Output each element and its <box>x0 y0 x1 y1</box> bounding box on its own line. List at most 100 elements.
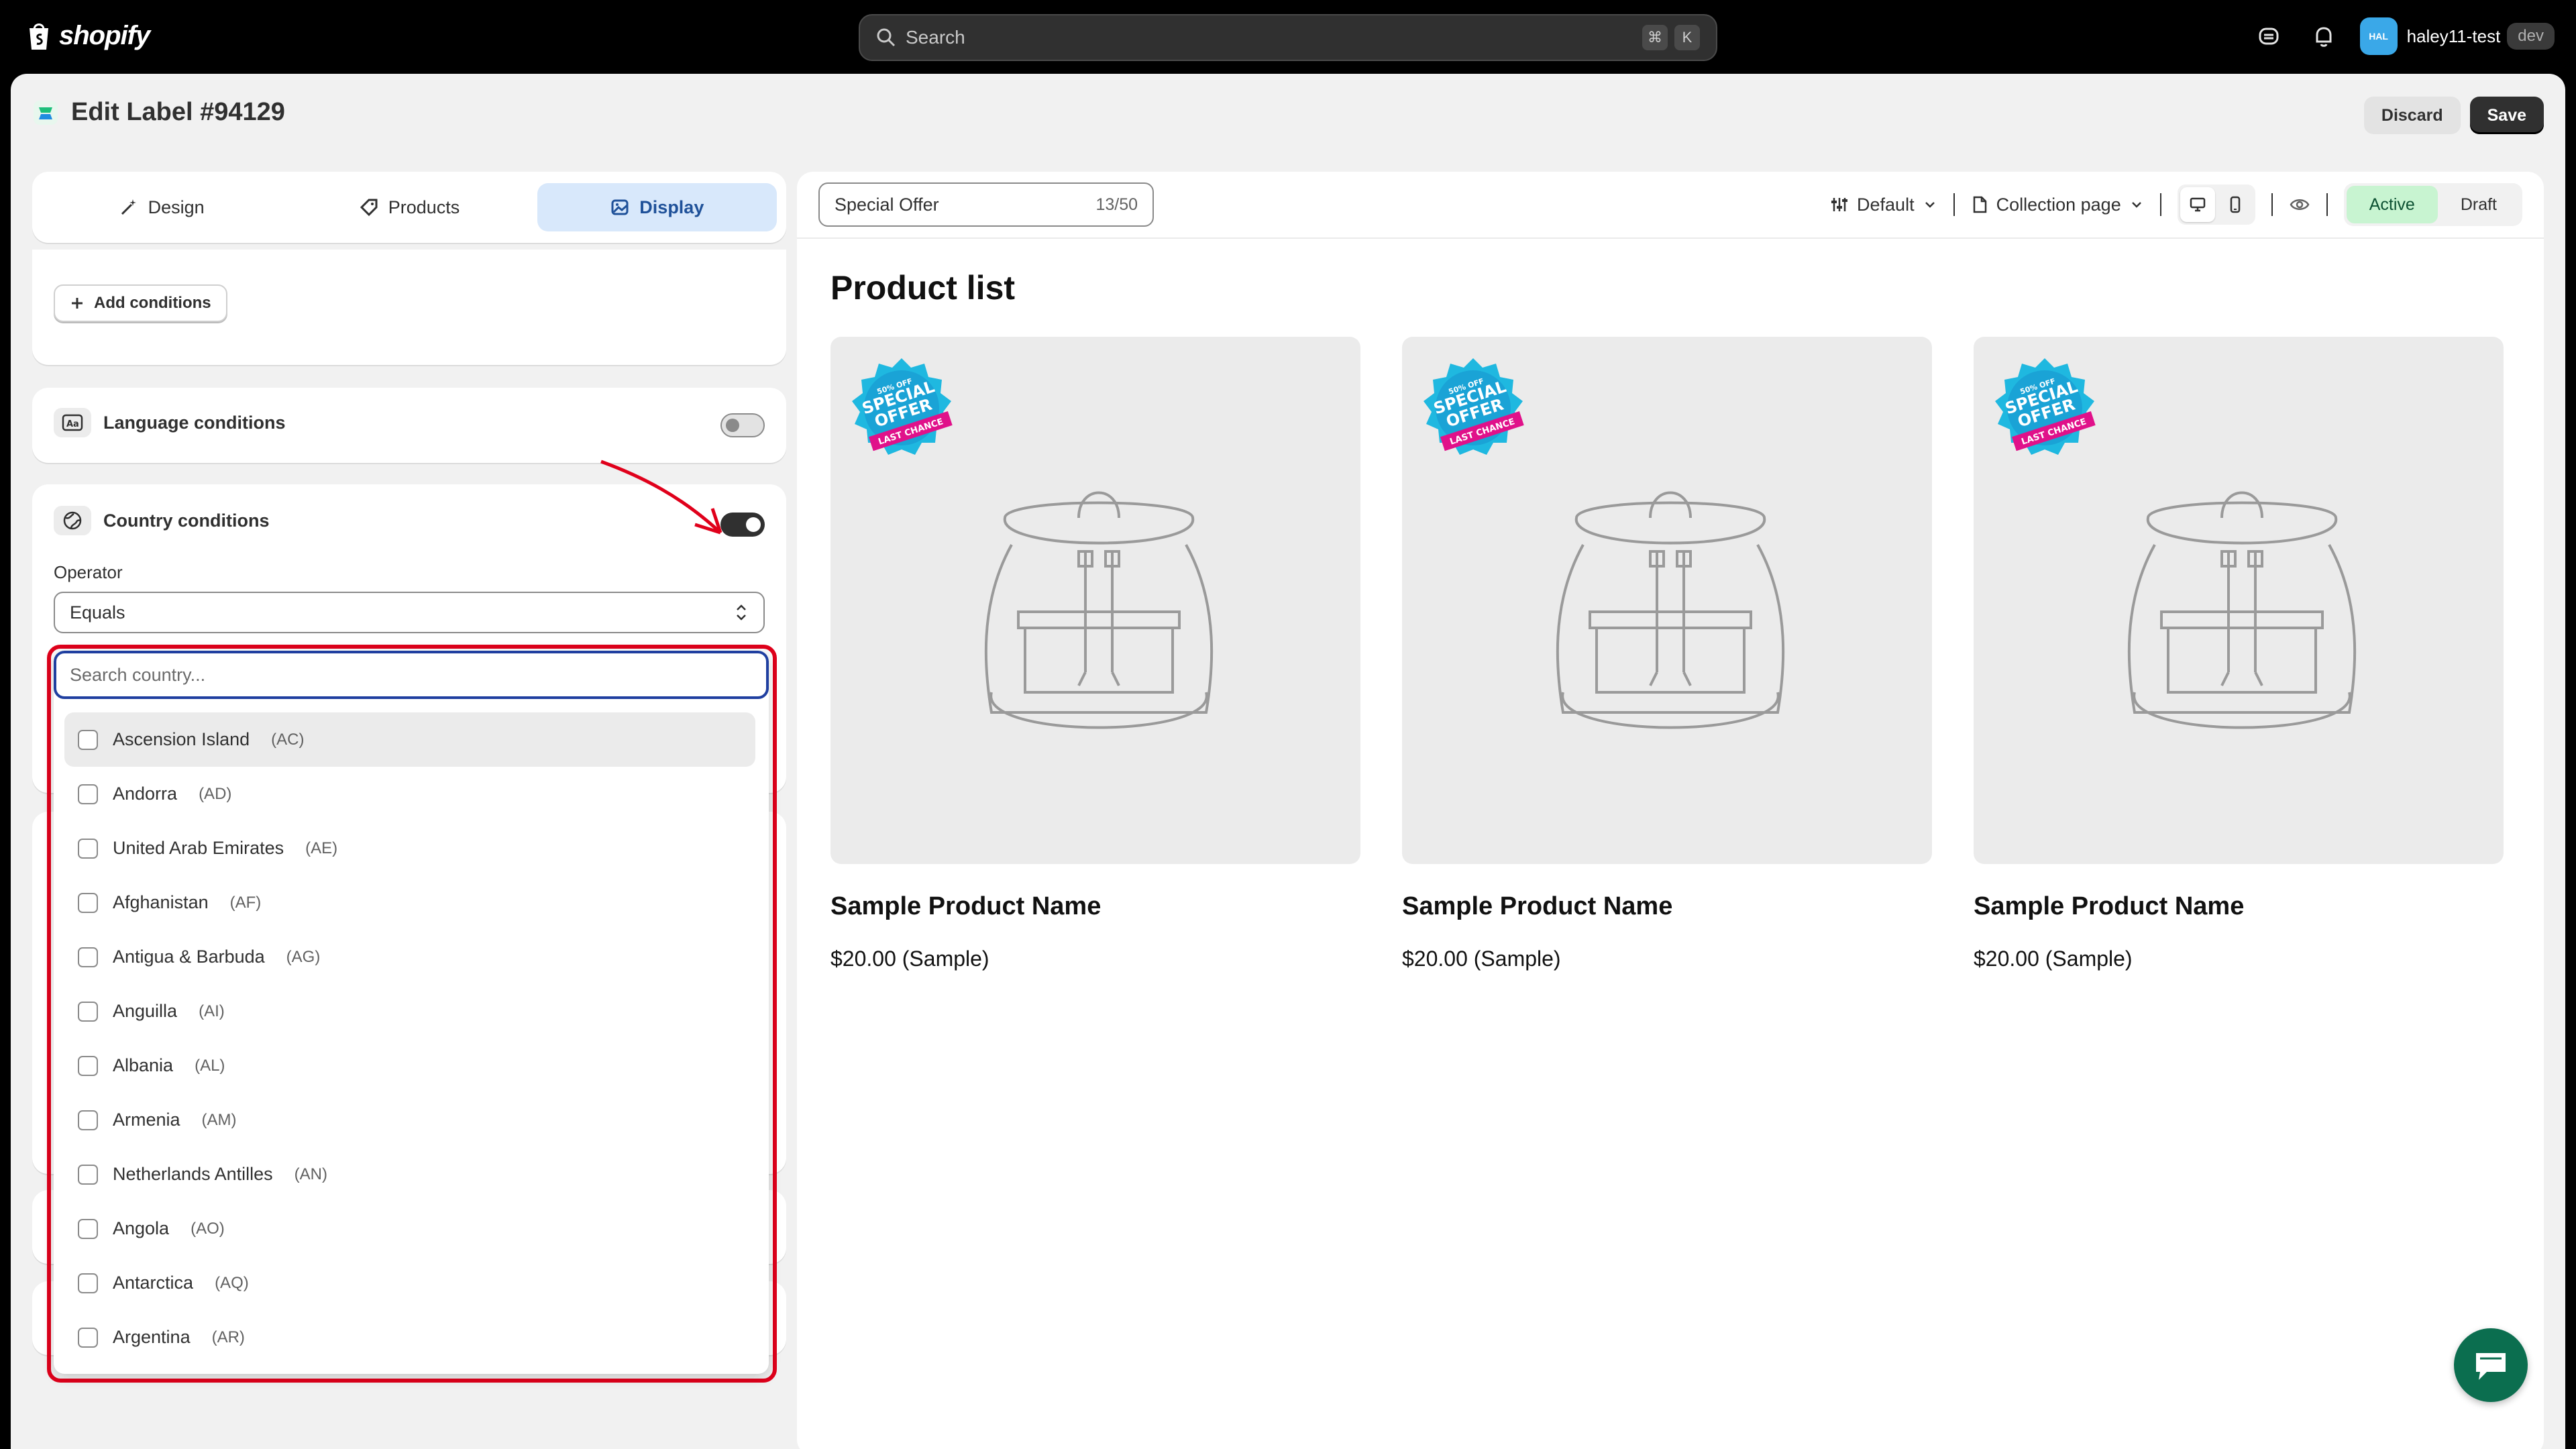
label-name-input[interactable]: Special Offer 13/50 <box>818 182 1154 227</box>
country-checkbox[interactable] <box>78 1218 98 1239</box>
conditions-card: Add conditions <box>32 250 786 365</box>
country-checkbox[interactable] <box>78 892 98 913</box>
add-conditions-button[interactable]: Add conditions <box>54 284 227 322</box>
language-conditions-header: Aa Language conditions <box>54 408 286 437</box>
operator-select[interactable]: Equals <box>54 592 765 633</box>
country-checkbox[interactable] <box>78 1164 98 1185</box>
country-option[interactable]: Anguilla (AI) <box>64 984 755 1038</box>
country-checkbox[interactable] <box>78 1110 98 1130</box>
country-code: (AL) <box>195 1056 225 1075</box>
label-char-count: 13/50 <box>1095 195 1138 214</box>
save-button[interactable]: Save <box>2469 97 2544 134</box>
product-name: Sample Product Name <box>830 892 1102 920</box>
preview-toolbar: Special Offer 13/50 Default Collection p… <box>797 172 2544 239</box>
country-code: (AQ) <box>215 1273 249 1292</box>
mobile-view-button[interactable] <box>2218 187 2253 222</box>
country-checkbox[interactable] <box>78 1001 98 1022</box>
shopify-logo-text: shopify <box>59 20 150 50</box>
country-checkbox[interactable] <box>78 729 98 750</box>
tab-design-label: Design <box>148 197 205 217</box>
desktop-icon <box>2190 197 2205 212</box>
top-bar: shopify Search ⌘ K HAL haley11-test dev <box>0 0 2576 74</box>
dev-store-badge: dev <box>2507 23 2555 50</box>
country-code: (AF) <box>229 893 262 912</box>
bell-icon <box>2316 27 2332 47</box>
country-option[interactable]: United Arab Emirates (AE) <box>64 821 755 875</box>
notifications-button[interactable] <box>2305 17 2343 55</box>
country-option[interactable]: Afghanistan (AF) <box>64 875 755 930</box>
country-checkbox[interactable] <box>78 1055 98 1076</box>
search-placeholder: Search <box>906 27 965 48</box>
page-title: Edit Label #94129 <box>71 98 285 126</box>
backpack-placeholder-icon <box>2127 491 2357 729</box>
svg-text:Aa: Aa <box>66 419 79 429</box>
country-dropdown: Search country... Ascension Island (AC) A… <box>54 651 769 1374</box>
tab-products-label: Products <box>388 197 460 217</box>
preview-panel: Special Offer 13/50 Default Collection p… <box>797 172 2544 1449</box>
country-option[interactable]: Angola (AO) <box>64 1201 755 1256</box>
divider <box>1953 193 1955 216</box>
operator-label: Operator <box>54 562 123 582</box>
template-dropdown[interactable]: Default <box>1830 195 1937 215</box>
country-list: Ascension Island (AC) Andorra (AD) United … <box>64 712 755 1364</box>
country-code: (AC) <box>271 730 305 749</box>
template-label: Default <box>1857 194 1915 215</box>
preview-controls: Default Collection page Active Draft <box>1830 182 2522 227</box>
country-option[interactable]: Antigua & Barbuda (AG) <box>64 930 755 984</box>
label-name-value: Special Offer <box>835 194 939 215</box>
country-option[interactable]: Ascension Island (AC) <box>64 712 755 767</box>
app-content: Edit Label #94129 Discard Save Design Pr… <box>11 74 2565 1449</box>
special-offer-badge: 50% OFF SPECIAL OFFER LAST CHANCE <box>852 358 953 455</box>
language-conditions-label: Language conditions <box>103 412 286 433</box>
shopify-logo[interactable]: shopify <box>25 20 150 51</box>
country-option[interactable]: Netherlands Antilles (AN) <box>64 1147 755 1201</box>
country-option[interactable]: Andorra (AD) <box>64 767 755 821</box>
tab-products[interactable]: Products <box>289 183 529 231</box>
store-avatar[interactable]: HAL <box>2359 17 2398 55</box>
shortcut-cmd-key: ⌘ <box>1642 25 1668 50</box>
preview-visibility-button[interactable] <box>2289 196 2310 213</box>
device-toggle <box>2177 184 2255 225</box>
country-option[interactable]: Armenia (AM) <box>64 1093 755 1147</box>
red-arrow-annotation <box>600 460 722 535</box>
app-logo-icon <box>34 100 58 125</box>
country-option[interactable]: Argentina (AR) <box>64 1310 755 1364</box>
country-name: Angola <box>113 1218 170 1238</box>
tab-design[interactable]: Design <box>42 183 281 231</box>
desktop-view-button[interactable] <box>2180 187 2215 222</box>
status-active-button[interactable]: Active <box>2346 186 2438 223</box>
chat-support-button[interactable] <box>2454 1328 2528 1402</box>
top-right-controls: HAL haley11-test dev <box>2250 17 2555 55</box>
global-search-bar[interactable]: Search ⌘ K <box>859 14 1717 61</box>
divider <box>2271 193 2273 216</box>
country-name: Antigua & Barbuda <box>113 947 265 967</box>
page-type-dropdown[interactable]: Collection page <box>1971 195 2144 215</box>
country-checkbox[interactable] <box>78 1273 98 1293</box>
shortcut-k-key: K <box>1674 25 1700 50</box>
country-checkbox[interactable] <box>78 784 98 804</box>
country-option[interactable]: Antarctica (AQ) <box>64 1256 755 1310</box>
product-card: 50% OFF SPECIAL OFFER LAST CHANCE Sample… <box>1402 337 1932 971</box>
store-name[interactable]: haley11-test <box>2407 26 2501 47</box>
header-actions: Discard Save <box>2363 97 2544 134</box>
chevron-down-icon <box>1925 202 1935 208</box>
product-price: $20.00 (Sample) <box>830 947 989 971</box>
sidekick-button[interactable] <box>2250 17 2288 55</box>
search-icon <box>877 28 896 47</box>
select-chevron-icon <box>737 604 746 621</box>
tab-display[interactable]: Display <box>537 183 777 231</box>
language-conditions-toggle[interactable] <box>720 413 765 437</box>
discard-button[interactable]: Discard <box>2363 97 2461 134</box>
country-checkbox[interactable] <box>78 838 98 859</box>
country-search-input[interactable]: Search country... <box>54 651 769 699</box>
country-option[interactable]: Albania (AL) <box>64 1038 755 1093</box>
divider <box>2159 193 2161 216</box>
product-image: 50% OFF SPECIAL OFFER LAST CHANCE <box>830 337 1360 864</box>
image-icon <box>611 199 629 215</box>
country-checkbox[interactable] <box>78 947 98 967</box>
country-name: Afghanistan <box>113 892 209 912</box>
country-name: Argentina <box>113 1327 191 1347</box>
country-checkbox[interactable] <box>78 1327 98 1348</box>
country-search-placeholder: Search country... <box>70 664 206 685</box>
status-draft-button[interactable]: Draft <box>2438 186 2520 223</box>
